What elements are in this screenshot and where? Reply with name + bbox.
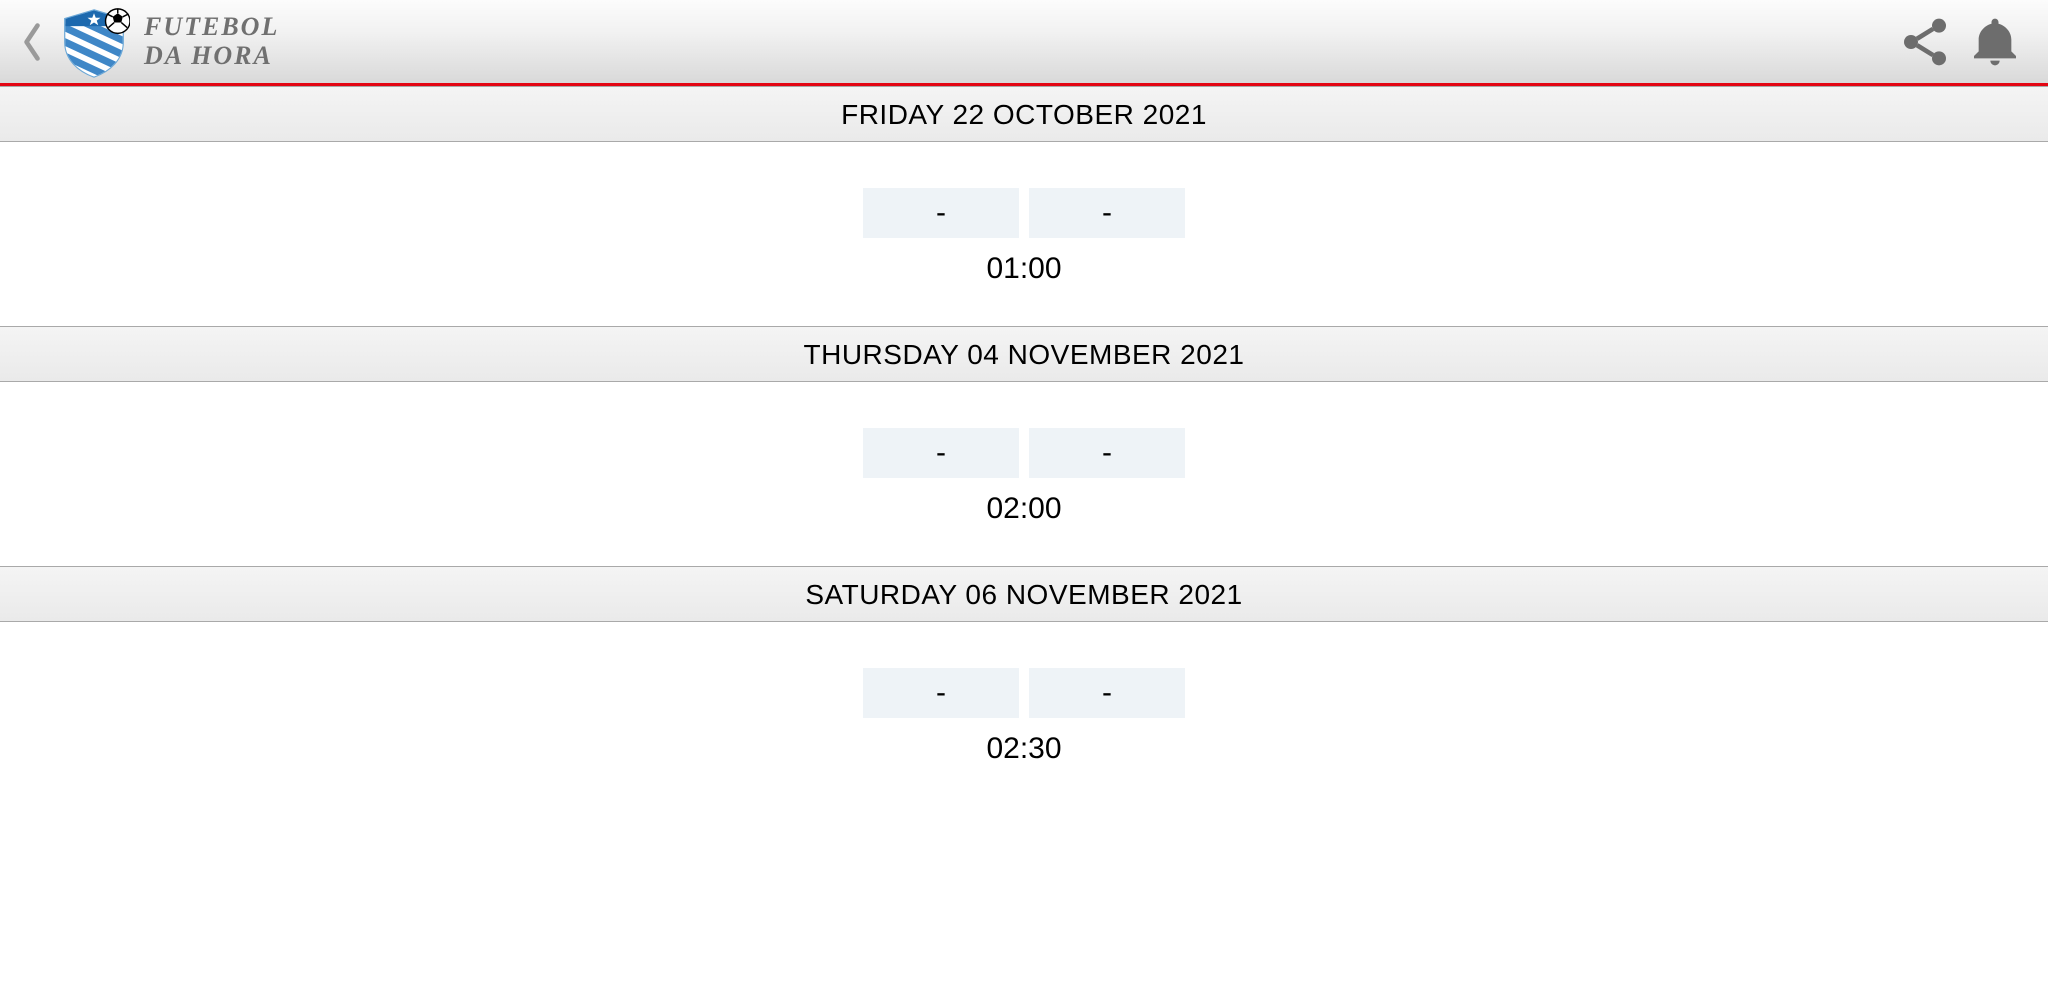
- topbar: FUTEBOL DA HORA: [0, 0, 2048, 86]
- home-score: -: [863, 668, 1019, 718]
- back-button[interactable]: [12, 12, 52, 72]
- match-scores: - -: [0, 668, 2048, 718]
- notifications-button[interactable]: [1960, 7, 2030, 77]
- bell-icon: [1967, 14, 2023, 70]
- share-button[interactable]: [1890, 7, 1960, 77]
- chevron-left-icon: [21, 22, 43, 62]
- share-icon: [1897, 14, 1953, 70]
- away-score: -: [1029, 668, 1185, 718]
- home-score: -: [863, 428, 1019, 478]
- match-time: 02:00: [0, 492, 2048, 526]
- match-time: 02:30: [0, 732, 2048, 766]
- away-score: -: [1029, 428, 1185, 478]
- match-scores: - -: [0, 188, 2048, 238]
- app-title-line1: FUTEBOL: [144, 13, 279, 42]
- away-score: -: [1029, 188, 1185, 238]
- date-header: SATURDAY 06 NOVEMBER 2021: [0, 566, 2048, 622]
- shield-icon: [58, 6, 130, 78]
- app-title: FUTEBOL DA HORA: [144, 13, 279, 70]
- date-header: THURSDAY 04 NOVEMBER 2021: [0, 326, 2048, 382]
- app-title-line2: DA HORA: [144, 42, 279, 71]
- match-scores: - -: [0, 428, 2048, 478]
- match-time: 01:00: [0, 252, 2048, 286]
- match-row[interactable]: - - 02:00: [0, 382, 2048, 566]
- date-header: FRIDAY 22 OCTOBER 2021: [0, 86, 2048, 142]
- app-logo[interactable]: FUTEBOL DA HORA: [58, 6, 279, 78]
- home-score: -: [863, 188, 1019, 238]
- match-row[interactable]: - - 01:00: [0, 142, 2048, 326]
- match-row[interactable]: - - 02:30: [0, 622, 2048, 806]
